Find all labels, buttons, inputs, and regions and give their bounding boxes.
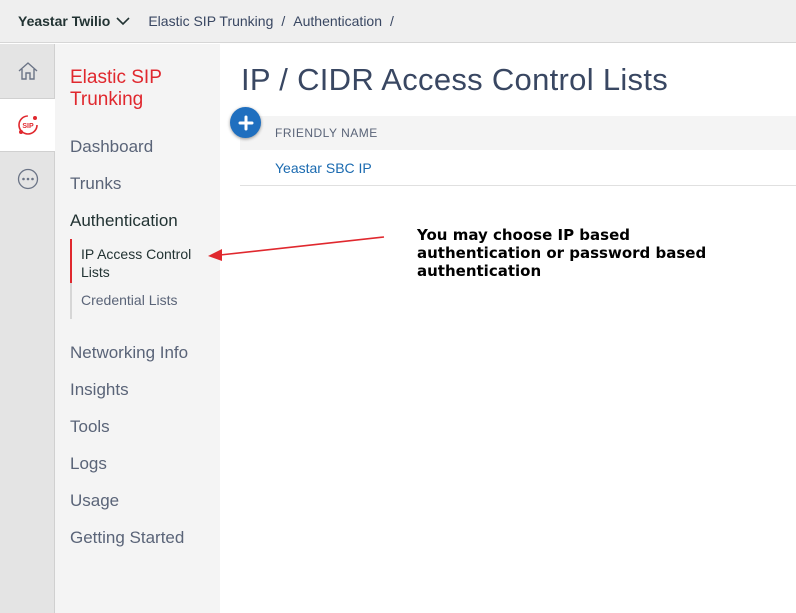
- sip-icon-label: SIP: [22, 123, 34, 130]
- nav-item-getting-started[interactable]: Getting Started: [70, 528, 184, 548]
- sip-icon: SIP: [17, 115, 38, 135]
- rail-home[interactable]: [0, 44, 55, 98]
- add-button[interactable]: [230, 107, 261, 138]
- nav-item-tools[interactable]: Tools: [70, 417, 110, 437]
- nav-item-trunks[interactable]: Trunks: [70, 174, 121, 194]
- rail-sip[interactable]: SIP: [0, 98, 55, 152]
- top-bar: Yeastar Twilio Elastic SIP Trunking / Au…: [0, 0, 796, 43]
- breadcrumb-authentication[interactable]: Authentication: [293, 13, 382, 29]
- annotation-arrow-icon: [208, 236, 385, 261]
- breadcrumb-separator: /: [390, 13, 394, 29]
- account-switcher[interactable]: Yeastar Twilio: [18, 13, 148, 29]
- nav-item-insights[interactable]: Insights: [70, 380, 129, 400]
- nav-item-usage[interactable]: Usage: [70, 491, 119, 511]
- acl-link[interactable]: Yeastar SBC IP: [275, 160, 372, 176]
- annotation-note: You may choose IP based authentication o…: [417, 226, 707, 280]
- nav-item-authentication[interactable]: Authentication: [70, 211, 178, 231]
- table-row: Yeastar SBC IP: [240, 150, 796, 186]
- nav-subitem-credential-lists[interactable]: Credential Lists: [70, 283, 210, 319]
- plus-icon: [238, 115, 253, 130]
- nav-subitem-ip-acl[interactable]: IP Access Control Lists: [70, 239, 210, 283]
- nav-item-dashboard[interactable]: Dashboard: [70, 137, 153, 157]
- more-icon: [17, 168, 38, 190]
- nav-item-networking-info[interactable]: Networking Info: [70, 343, 188, 363]
- nav-sidebar: Elastic SIP Trunking Dashboard Trunks Au…: [55, 44, 220, 613]
- page-title: IP / CIDR Access Control Lists: [241, 62, 669, 97]
- table-header-row: FRIENDLY NAME: [240, 116, 796, 150]
- breadcrumb-elastic-sip[interactable]: Elastic SIP Trunking: [148, 13, 273, 29]
- icon-rail: SIP: [0, 44, 55, 613]
- chevron-down-icon: [116, 16, 130, 25]
- account-name: Yeastar Twilio: [18, 13, 111, 29]
- rail-more[interactable]: [0, 152, 55, 206]
- column-header-friendly-name[interactable]: FRIENDLY NAME: [275, 126, 378, 140]
- breadcrumb-separator: /: [281, 13, 286, 29]
- nav-item-logs[interactable]: Logs: [70, 454, 107, 474]
- home-icon: [18, 62, 37, 80]
- nav-section-title[interactable]: Elastic SIP Trunking: [70, 67, 210, 111]
